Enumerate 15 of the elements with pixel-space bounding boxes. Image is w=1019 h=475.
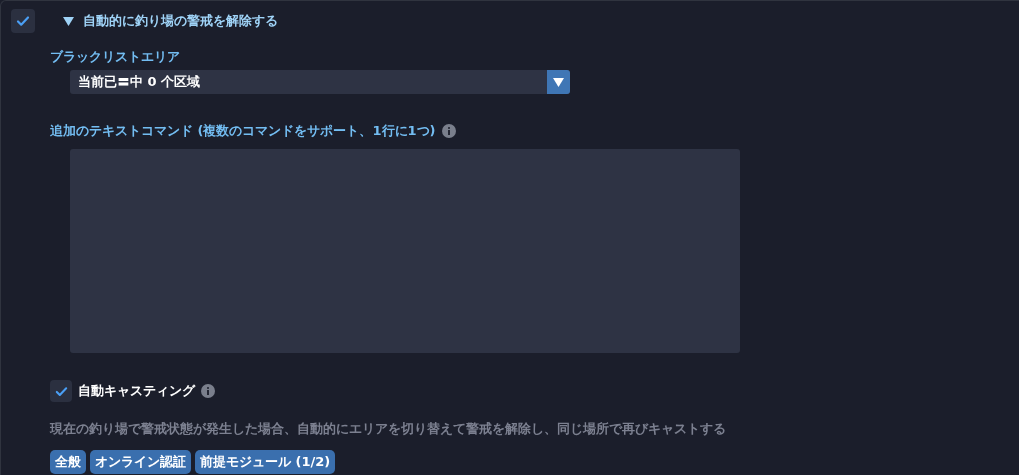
checkbox[interactable] — [50, 380, 72, 402]
section-title: 自動的に釣り場の警戒を解除する — [83, 12, 278, 30]
info-icon[interactable] — [201, 384, 215, 398]
checkmark-icon — [15, 13, 31, 29]
dropdown[interactable]: 当前已〓中 0 个区域 — [70, 70, 570, 94]
tag: 前提モジュール (1/2) — [195, 450, 336, 474]
field-label: 追加のテキストコマンド (複数のコマンドをサポート、1行に1つ) — [50, 122, 436, 140]
field-label: ブラックリストエリア — [50, 48, 180, 66]
description-text: 現在の釣り場で警戒状態が発生した場合、自動的にエリアを切り替えて警戒を解除し、同じ場所で再びキャストする — [50, 420, 726, 438]
caret-icon[interactable] — [63, 15, 74, 27]
info-icon[interactable] — [441, 124, 456, 138]
tag: オンライン認証 — [90, 450, 191, 474]
checkbox[interactable] — [11, 9, 35, 33]
tag: 全般 — [50, 450, 86, 474]
checkbox-label: 自動キャスティング — [78, 382, 195, 400]
